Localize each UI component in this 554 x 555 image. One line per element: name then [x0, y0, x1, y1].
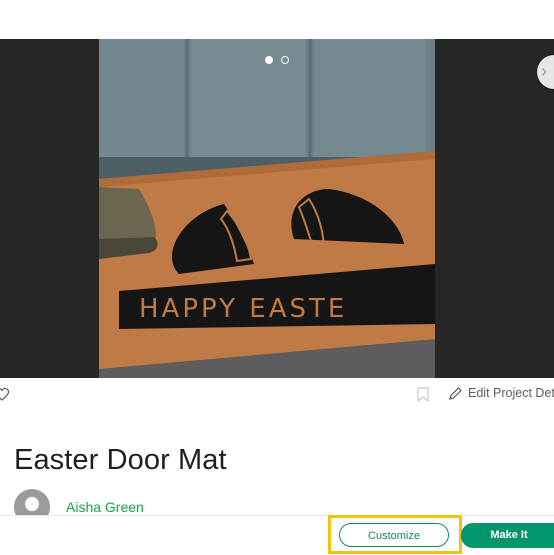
carousel-dot-2[interactable]	[281, 56, 289, 64]
project-actions-bar: Edit Project Det	[0, 378, 554, 410]
project-photo: HAPPY EASTE	[99, 39, 435, 378]
carousel-pagination	[0, 56, 554, 64]
project-title: Easter Door Mat	[14, 444, 227, 476]
bookmark-icon[interactable]	[417, 387, 429, 402]
top-bar	[0, 0, 554, 39]
carousel-dot-1[interactable]	[265, 56, 273, 64]
edit-project-label: Edit Project Det	[468, 386, 554, 400]
make-it-button[interactable]: Make It	[461, 523, 554, 548]
pencil-icon	[449, 387, 462, 400]
customize-button[interactable]: Customize	[339, 523, 449, 547]
author-name-link[interactable]: Aisha Green	[66, 499, 144, 515]
chevron-right-icon: ›	[541, 61, 547, 81]
image-carousel[interactable]: HAPPY EASTE ›	[0, 39, 554, 378]
heart-icon[interactable]	[0, 386, 10, 402]
mat-text: HAPPY EASTE	[139, 294, 347, 324]
